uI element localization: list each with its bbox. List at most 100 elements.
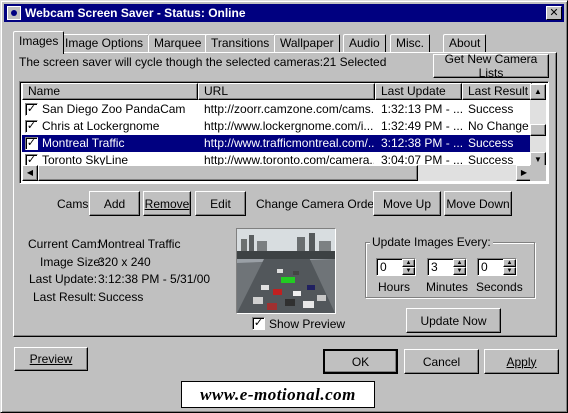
remove-button[interactable]: Remove — [143, 191, 191, 216]
window-title: Webcam Screen Saver - Status: Online — [25, 6, 246, 20]
tab-images[interactable]: Images — [13, 31, 65, 54]
list-item-selected[interactable]: ✓ Montreal Traffic http://www.trafficmon… — [22, 135, 532, 152]
hours-stepper-buttons[interactable]: ▲ ▼ — [402, 259, 415, 275]
edit-label: Edit — [210, 196, 231, 211]
last-result-value: Success — [98, 290, 144, 304]
selected-count: 21 Selected — [323, 55, 387, 69]
hours-value: 0 — [380, 260, 387, 274]
remove-label: Remove — [144, 196, 190, 211]
update-now-button[interactable]: Update Now — [406, 308, 501, 333]
minutes-up-button[interactable]: ▲ — [453, 259, 466, 267]
column-header-last-result[interactable]: Last Result — [462, 83, 532, 100]
show-preview-label: Show Preview — [269, 317, 346, 331]
add-button[interactable]: Add — [89, 191, 140, 216]
app-icon[interactable] — [7, 6, 21, 20]
tab-audio[interactable]: Audio — [343, 34, 386, 53]
list-item[interactable]: ✓ Chris at Lockergnome http://www.locker… — [22, 118, 532, 135]
row-checkbox[interactable]: ✓ — [25, 120, 38, 133]
vertical-scrollbar[interactable]: ▲ ▼ — [530, 84, 546, 168]
tab-misc[interactable]: Misc. — [390, 34, 430, 53]
add-label: Add — [103, 196, 126, 211]
column-header-name[interactable]: Name — [22, 83, 198, 100]
last-update-label: Last Update: — [29, 272, 98, 286]
hours-stepper[interactable]: 0 ▲ ▼ — [376, 258, 416, 276]
move-up-button[interactable]: Move Up — [373, 191, 441, 216]
cam-last-result: No Change — [468, 119, 529, 133]
minutes-value: 3 — [431, 260, 438, 274]
cancel-button[interactable]: Cancel — [404, 349, 479, 374]
edit-button[interactable]: Edit — [195, 191, 246, 216]
traffic-camera-picture — [237, 229, 335, 313]
seconds-value: 0 — [481, 260, 488, 274]
up-arrow-icon: ▲ — [456, 260, 463, 266]
seconds-down-button[interactable]: ▼ — [503, 267, 516, 275]
horizontal-scroll-thumb[interactable] — [38, 165, 418, 181]
apply-button[interactable]: Apply — [484, 349, 559, 374]
cancel-label: Cancel — [422, 354, 461, 369]
preview-label: Preview — [29, 352, 73, 366]
get-new-camera-lists-button[interactable]: Get New Camera Lists — [433, 52, 549, 80]
hours-up-button[interactable]: ▲ — [402, 259, 415, 267]
move-down-button[interactable]: Move Down — [444, 191, 512, 216]
vertical-scroll-thumb[interactable] — [530, 124, 546, 136]
title-bar[interactable]: Webcam Screen Saver - Status: Online ✕ — [4, 4, 564, 22]
cam-last-update: 3:12:38 PM - ... — [381, 136, 463, 150]
camera-preview-image — [236, 228, 336, 314]
list-item[interactable]: ✓ San Diego Zoo PandaCam http://zoorr.ca… — [22, 101, 532, 118]
hours-label: Hours — [378, 280, 411, 294]
e-motional-logo: www.e-motional.com — [181, 381, 375, 408]
cam-name: Montreal Traffic — [42, 136, 125, 150]
current-cam-label: Current Cam: — [28, 237, 101, 251]
image-size-value: 320 x 240 — [98, 255, 151, 269]
change-order-label: Change Camera Order: — [256, 197, 382, 211]
check-icon: ✓ — [26, 103, 37, 115]
row-checkbox[interactable]: ✓ — [25, 137, 38, 150]
seconds-up-button[interactable]: ▲ — [503, 259, 516, 267]
cam-url: http://zoorr.camzone.com/cams... — [204, 102, 374, 116]
move-up-label: Move Up — [382, 196, 432, 211]
camera-list[interactable]: Name URL Last Update Last Result ✓ San D… — [19, 81, 549, 184]
cams-label: Cams: — [57, 197, 92, 211]
check-icon: ✓ — [253, 317, 264, 329]
cam-last-result: Success — [468, 102, 514, 116]
row-checkbox[interactable]: ✓ — [25, 103, 38, 116]
cam-name: Chris at Lockergnome — [42, 119, 160, 133]
cam-last-result: Success — [468, 136, 514, 150]
move-down-label: Move Down — [446, 196, 510, 211]
horizontal-scrollbar[interactable]: ◀ ▶ — [22, 165, 532, 181]
down-arrow-icon: ▼ — [456, 268, 463, 274]
scroll-up-button[interactable]: ▲ — [530, 84, 546, 100]
current-cam-value: Montreal Traffic — [98, 237, 181, 251]
close-button[interactable]: ✕ — [546, 6, 562, 20]
seconds-stepper-buttons[interactable]: ▲ ▼ — [503, 259, 516, 275]
tab-image-options[interactable]: Image Options — [59, 34, 150, 53]
logo-text: www.e-motional.com — [200, 385, 356, 404]
close-icon: ✕ — [549, 7, 559, 19]
minutes-down-button[interactable]: ▼ — [453, 267, 466, 275]
up-arrow-icon: ▲ — [506, 260, 513, 266]
minutes-stepper[interactable]: 3 ▲ ▼ — [427, 258, 467, 276]
right-arrow-icon: ▶ — [520, 168, 528, 177]
scrollbar-corner — [530, 165, 546, 181]
scroll-left-button[interactable]: ◀ — [22, 165, 38, 181]
cam-url: http://www.lockergnome.com/i... — [204, 119, 374, 133]
ok-button[interactable]: OK — [323, 349, 398, 374]
apply-label: Apply — [506, 354, 537, 369]
tab-wallpaper[interactable]: Wallpaper — [274, 34, 340, 53]
minutes-stepper-buttons[interactable]: ▲ ▼ — [453, 259, 466, 275]
tab-about[interactable]: About — [443, 34, 487, 53]
seconds-label: Seconds — [476, 280, 523, 294]
get-new-camera-lists-label: Get New Camera Lists — [444, 52, 538, 80]
app-window: Webcam Screen Saver - Status: Online ✕ I… — [0, 0, 568, 413]
check-icon: ✓ — [26, 137, 37, 149]
tab-transitions[interactable]: Transitions — [205, 34, 276, 53]
seconds-stepper[interactable]: 0 ▲ ▼ — [477, 258, 517, 276]
column-header-last-update[interactable]: Last Update — [375, 83, 462, 100]
show-preview-checkbox[interactable]: ✓ — [252, 317, 265, 330]
hours-down-button[interactable]: ▼ — [402, 267, 415, 275]
cam-last-update: 1:32:49 PM - ... — [381, 119, 463, 133]
tab-marquee[interactable]: Marquee — [148, 34, 208, 53]
update-now-label: Update Now — [420, 313, 487, 328]
column-header-url[interactable]: URL — [198, 83, 375, 100]
preview-button[interactable]: Preview — [14, 347, 88, 371]
